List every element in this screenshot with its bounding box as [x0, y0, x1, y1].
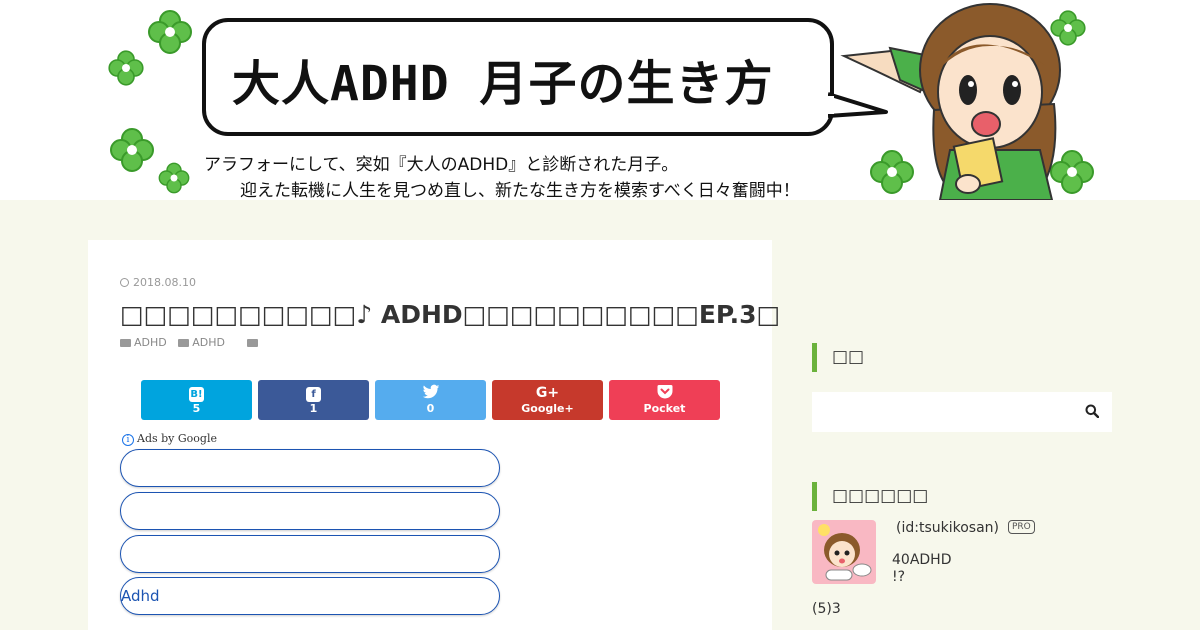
pocket-share-button[interactable]: Pocket [609, 380, 720, 420]
info-icon: i [122, 434, 134, 446]
share-label: Pocket [643, 402, 686, 415]
site-tagline-line1: アラフォーにして、突如『大人のADHD』と診断された月子。 [204, 155, 679, 175]
clover-icon [110, 128, 154, 172]
category-link[interactable] [246, 336, 261, 349]
ads-by-google-label[interactable]: i Ads by Google [122, 432, 217, 446]
twitter-icon [422, 384, 440, 402]
folder-icon [178, 339, 190, 347]
article-card: 2018.08.10 □□□□□□□□□□♪ ADHD□□□□□□□□□□EP.… [88, 240, 780, 630]
avatar-illustration [818, 524, 872, 581]
facebook-icon: f [306, 384, 321, 402]
category-label: ADHD [192, 336, 225, 349]
site-title[interactable]: 大人ADHD 月子の生き方 [232, 44, 774, 114]
ad-link[interactable] [120, 492, 500, 530]
clover-icon [148, 10, 192, 54]
search-icon[interactable] [1085, 404, 1099, 418]
share-label: Google+ [521, 402, 574, 415]
avatar[interactable] [812, 520, 876, 584]
pocket-icon [657, 384, 673, 402]
article-title[interactable]: □□□□□□□□□□♪ ADHD□□□□□□□□□□EP.3□ [120, 300, 780, 329]
site-tagline-line2: 迎えた転機に人生を見つめ直し、新たな生き方を模索すべく日々奮闘中！ [240, 181, 800, 200]
share-count: 0 [426, 402, 435, 415]
facebook-share-button[interactable]: f 1 [258, 380, 369, 420]
share-buttons: B! 5 f 1 0 G+ Google+ Pocket [141, 380, 720, 420]
category-label: ADHD [134, 336, 167, 349]
clock-icon [120, 278, 129, 287]
ad-link[interactable]: Adhd [120, 577, 500, 615]
clover-icon [158, 162, 190, 194]
post-date: 2018.08.10 [120, 276, 196, 289]
share-count: 5 [192, 402, 201, 415]
search-input[interactable] [812, 392, 1112, 432]
ad-link[interactable] [120, 449, 500, 487]
share-count: 1 [309, 402, 318, 415]
profile-footer-text: (5)3 [812, 601, 841, 617]
site-header: 大人ADHD 月子の生き方 アラフォーにして、突如『大人のADHD』と診断された… [0, 0, 1200, 200]
hatena-bookmark-icon: B! [189, 387, 204, 402]
google-plus-icon: G+ [535, 385, 560, 401]
pro-badge: PRO [1008, 520, 1035, 534]
google-plus-share-button[interactable]: G+ Google+ [492, 380, 603, 420]
profile-id[interactable]: (id:tsukikosan) [896, 520, 999, 536]
search-widget-heading: □□ [812, 343, 864, 372]
category-link[interactable]: ADHD [120, 336, 167, 349]
ad-link[interactable] [120, 535, 500, 573]
profile-bio-line: !? [892, 569, 906, 585]
profile-widget-heading: □□□□□□ [812, 482, 928, 511]
ads-label-text: Ads by Google [137, 432, 217, 445]
profile-bio-line: 40ADHD [892, 552, 952, 568]
hatena-bookmark-button[interactable]: B! 5 [141, 380, 252, 420]
post-date-text: 2018.08.10 [133, 276, 196, 289]
clover-icon [108, 50, 144, 86]
mascot-illustration [840, 3, 1061, 200]
header-banner[interactable]: 大人ADHD 月子の生き方 アラフォーにして、突如『大人のADHD』と診断された… [100, 0, 1100, 200]
category-list: ADHD ADHD [120, 336, 269, 349]
category-link[interactable]: ADHD [178, 336, 225, 349]
folder-icon [246, 339, 258, 347]
twitter-share-button[interactable]: 0 [375, 380, 486, 420]
folder-icon [120, 339, 131, 347]
